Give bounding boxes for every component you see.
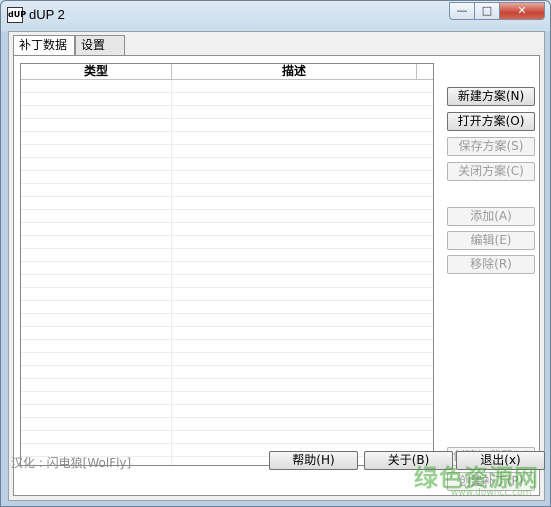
tab-patch-data[interactable]: 补丁数据 [13, 35, 75, 57]
tab-panel-patch-data: 类型 描述 新建方案(N) 打开方案(O) 保存方案(S) 关闭方案(C) 添加… [13, 55, 540, 496]
maximize-button[interactable]: □ [474, 2, 500, 20]
list-body[interactable] [21, 80, 433, 465]
translator-credit: 汉化 : 闪电狼[WolFly] [11, 456, 132, 470]
window-title: dUP 2 [29, 7, 65, 22]
help-button[interactable]: 帮助(H) [269, 451, 358, 470]
column-header-type[interactable]: 类型 [21, 64, 172, 79]
add-button[interactable]: 添加(A) [447, 207, 535, 226]
patch-list[interactable]: 类型 描述 [20, 63, 434, 466]
edit-button[interactable]: 编辑(E) [447, 231, 535, 250]
column-header-description[interactable]: 描述 [172, 64, 417, 79]
title-bar[interactable]: dUP dUP 2 — □ ✕ [1, 1, 550, 29]
close-scheme-button[interactable]: 关闭方案(C) [447, 162, 535, 181]
column-header-filler [417, 64, 433, 79]
app-window: dUP dUP 2 — □ ✕ 补丁数据 设置 类型 描述 新建方案(N) 打开… [0, 0, 551, 507]
save-scheme-button[interactable]: 保存方案(S) [447, 137, 535, 156]
remove-button[interactable]: 移除(R) [447, 255, 535, 274]
watermark-url: www.downcc.com [451, 488, 532, 498]
open-scheme-button[interactable]: 打开方案(O) [447, 112, 535, 131]
new-scheme-button[interactable]: 新建方案(N) [447, 87, 535, 106]
minimize-button[interactable]: — [449, 2, 475, 20]
tab-settings[interactable]: 设置 [75, 35, 125, 55]
app-icon: dUP [7, 7, 26, 23]
list-header: 类型 描述 [21, 64, 433, 80]
dialog-client-area: 补丁数据 设置 类型 描述 新建方案(N) 打开方案(O) 保存方案(S) 关闭… [8, 31, 545, 501]
close-button[interactable]: ✕ [499, 2, 545, 20]
